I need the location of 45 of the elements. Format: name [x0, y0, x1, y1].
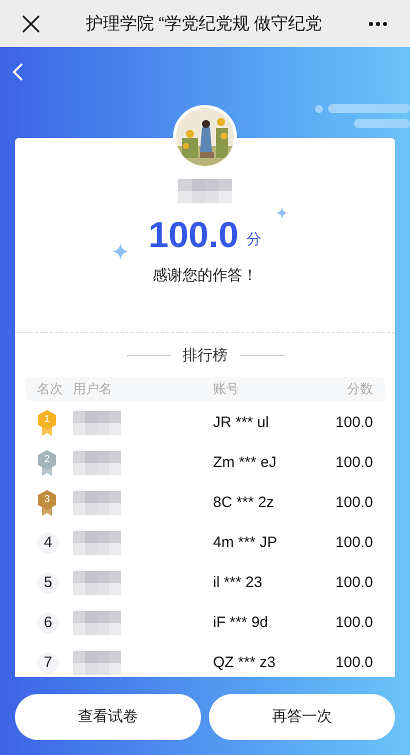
thanks-message: 感谢您的作答！: [152, 266, 258, 286]
rank-medal: 2: [37, 450, 57, 476]
blurred-name: [73, 411, 121, 435]
score-cell-text: 100.0: [335, 412, 373, 433]
account-cell-text: iF *** 9d: [213, 612, 270, 633]
score-value: 100.0: [148, 217, 239, 253]
column-header: 分数: [347, 380, 373, 398]
rank-medal: 3: [37, 490, 57, 516]
account-cell-text: 4m *** JP: [213, 532, 278, 553]
column-header: 账号: [213, 380, 240, 398]
account-cell-text: il *** 23: [213, 572, 264, 593]
score-unit: 分: [246, 230, 262, 250]
ranking-title: 排行榜: [182, 346, 228, 366]
back-icon[interactable]: [12, 63, 24, 81]
rank-number: 5: [37, 572, 59, 594]
account-cell-text: QZ *** z3: [213, 652, 277, 673]
score-cell-text: 100.0: [335, 612, 373, 633]
account-cell-text: Zm *** eJ: [213, 452, 278, 473]
score-cell-text: 100.0: [335, 492, 373, 513]
blurred-name: [73, 451, 121, 475]
rank-number: 6: [37, 612, 59, 634]
action-button[interactable]: 查看试卷: [15, 694, 201, 740]
more-icon[interactable]: [368, 20, 388, 26]
account-cell-text: 8C *** 2z: [213, 492, 275, 513]
score-cell-text: 100.0: [335, 652, 373, 673]
account-cell-text: JR *** ul: [213, 412, 270, 433]
blurred-name: [178, 179, 232, 203]
blurred-name: [73, 491, 121, 515]
window-title: 护理学院 “学党纪党规 做守纪党: [84, 12, 324, 35]
blurred-name: [73, 531, 121, 555]
score-cell-text: 100.0: [335, 532, 373, 553]
score-cell-text: 100.0: [335, 452, 373, 473]
score-cell-text: 100.0: [335, 572, 373, 593]
sparkle-icon: [276, 207, 288, 219]
rank-number: 4: [37, 532, 59, 554]
rank-number: 7: [37, 652, 59, 674]
blurred-name: [73, 611, 121, 635]
blurred-name: [73, 571, 121, 595]
sparkle-icon: [112, 243, 130, 260]
column-header: 用户名: [73, 380, 113, 398]
column-header: 名次: [37, 380, 64, 398]
action-button[interactable]: 再答一次: [209, 694, 395, 740]
close-icon[interactable]: [22, 14, 40, 32]
blurred-name: [73, 651, 121, 675]
rank-medal: 1: [37, 410, 57, 436]
